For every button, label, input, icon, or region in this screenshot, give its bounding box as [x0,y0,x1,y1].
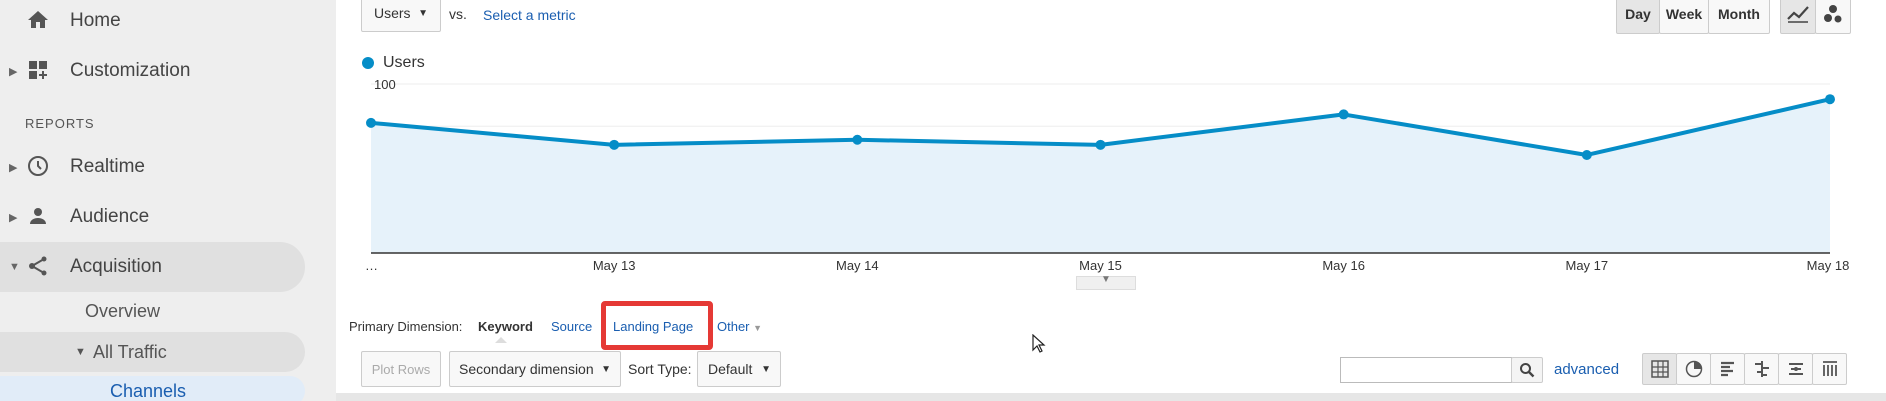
caret-down-icon: ▼ [753,323,763,333]
term-cloud-icon [1788,363,1803,375]
area-fill [371,99,1830,254]
sidebar-item-label: Home [70,10,121,31]
search-icon [1520,363,1535,378]
pivot-view-button[interactable] [1812,353,1847,385]
acquisition-icon [29,256,47,276]
grid-icon [1650,360,1669,378]
reports-section-label: REPORTS [25,116,95,131]
highlight-annotation [601,301,713,350]
report-main: Users ▼ vs. Select a metric Day Week Mon… [336,0,1886,401]
data-point [609,139,620,150]
x-tick-label: … [365,258,378,273]
clock-icon [28,156,48,176]
performance-view-button[interactable] [1710,353,1745,385]
pie-view-button[interactable] [1676,353,1711,385]
secondary-dimension-select[interactable]: Secondary dimension ▼ [449,351,621,387]
advanced-link[interactable]: advanced [1554,361,1619,378]
pivot-icon [1822,361,1837,376]
dimension-other-label: Other [717,319,750,334]
sort-type-label: Sort Type: [628,361,692,377]
sidebar-item-label: Acquisition [70,256,162,277]
x-tick-label: May 14 [836,258,879,273]
x-tick-label: May 15 [1079,258,1122,273]
bar-list-icon [1720,361,1734,377]
sidebar-item-realtime[interactable]: ▶ Realtime [0,142,305,192]
data-point [1825,94,1835,105]
x-tick-label: May 13 [593,258,636,273]
home-icon [28,11,48,28]
comparison-icon [1754,361,1769,377]
data-point [366,117,376,128]
data-point [1338,109,1349,120]
sidebar-item-acquisition[interactable]: ▼ Acquisition [0,242,305,292]
plot-rows-label: Plot Rows [371,361,431,377]
data-point [1581,149,1592,160]
dimension-other[interactable]: Other ▼ [717,319,762,334]
sidebar-item-all-traffic[interactable]: ▼ All Traffic [0,332,305,372]
selected-indicator [495,337,507,343]
sort-type-select[interactable]: Default ▼ [697,351,781,387]
table-search-input[interactable] [1340,357,1512,383]
pie-chart-icon [1685,360,1702,378]
chart-collapse-handle[interactable]: ▼ [1076,274,1136,290]
person-icon [30,208,46,224]
y-tick-label: 100 [374,77,396,92]
sidebar-item-label: Overview [85,300,161,321]
caret-down-icon: ▼ [761,363,771,375]
caret-down-icon: ▼ [601,363,611,375]
dimension-keyword[interactable]: Keyword [478,319,533,334]
caret-right-icon: ▶ [9,211,18,224]
sidebar-item-customization[interactable]: ▶ Customization [0,46,305,96]
table-header-strip [336,393,1886,401]
data-point [1095,139,1106,150]
sidebar-item-overview[interactable]: Overview [85,291,160,331]
x-tick-label: May 18 [1807,258,1850,273]
caret-right-icon: ▶ [9,65,18,78]
sidebar: Home ▶ Customization REPORTS ▶ Realtime … [0,0,336,401]
sidebar-item-channels[interactable]: Channels [0,376,305,401]
sidebar-item-label: Customization [70,60,191,81]
x-tick-label: May 16 [1322,258,1365,273]
caret-right-icon: ▶ [9,161,18,174]
secondary-dimension-label: Secondary dimension [459,361,594,377]
sidebar-item-home[interactable]: Home [0,0,305,46]
sidebar-item-label: Realtime [70,156,145,177]
primary-dimension-label: Primary Dimension: [349,319,463,334]
sidebar-item-label: All Traffic [93,341,167,362]
sidebar-item-audience[interactable]: ▶ Audience [0,192,305,242]
table-view-button[interactable] [1642,353,1677,385]
users-chart: 50100…May 13May 14May 15May 16May 17May … [365,77,1850,273]
dashboard-icon [29,61,47,79]
term-cloud-view-button[interactable] [1778,353,1813,385]
comparison-view-button[interactable] [1744,353,1779,385]
caret-down-icon: ▼ [9,261,20,273]
sort-type-value: Default [708,361,753,377]
caret-down-icon: ▼ [1101,274,1111,285]
x-tick-label: May 17 [1566,258,1609,273]
sidebar-item-label: Channels [110,380,187,401]
sidebar-item-label: Audience [70,206,150,227]
dimension-source[interactable]: Source [551,319,592,334]
data-point [852,134,863,145]
plot-rows-button[interactable]: Plot Rows [361,351,441,387]
caret-down-icon: ▼ [75,346,86,358]
mouse-cursor-icon [1032,334,1046,353]
search-button[interactable] [1511,357,1543,383]
